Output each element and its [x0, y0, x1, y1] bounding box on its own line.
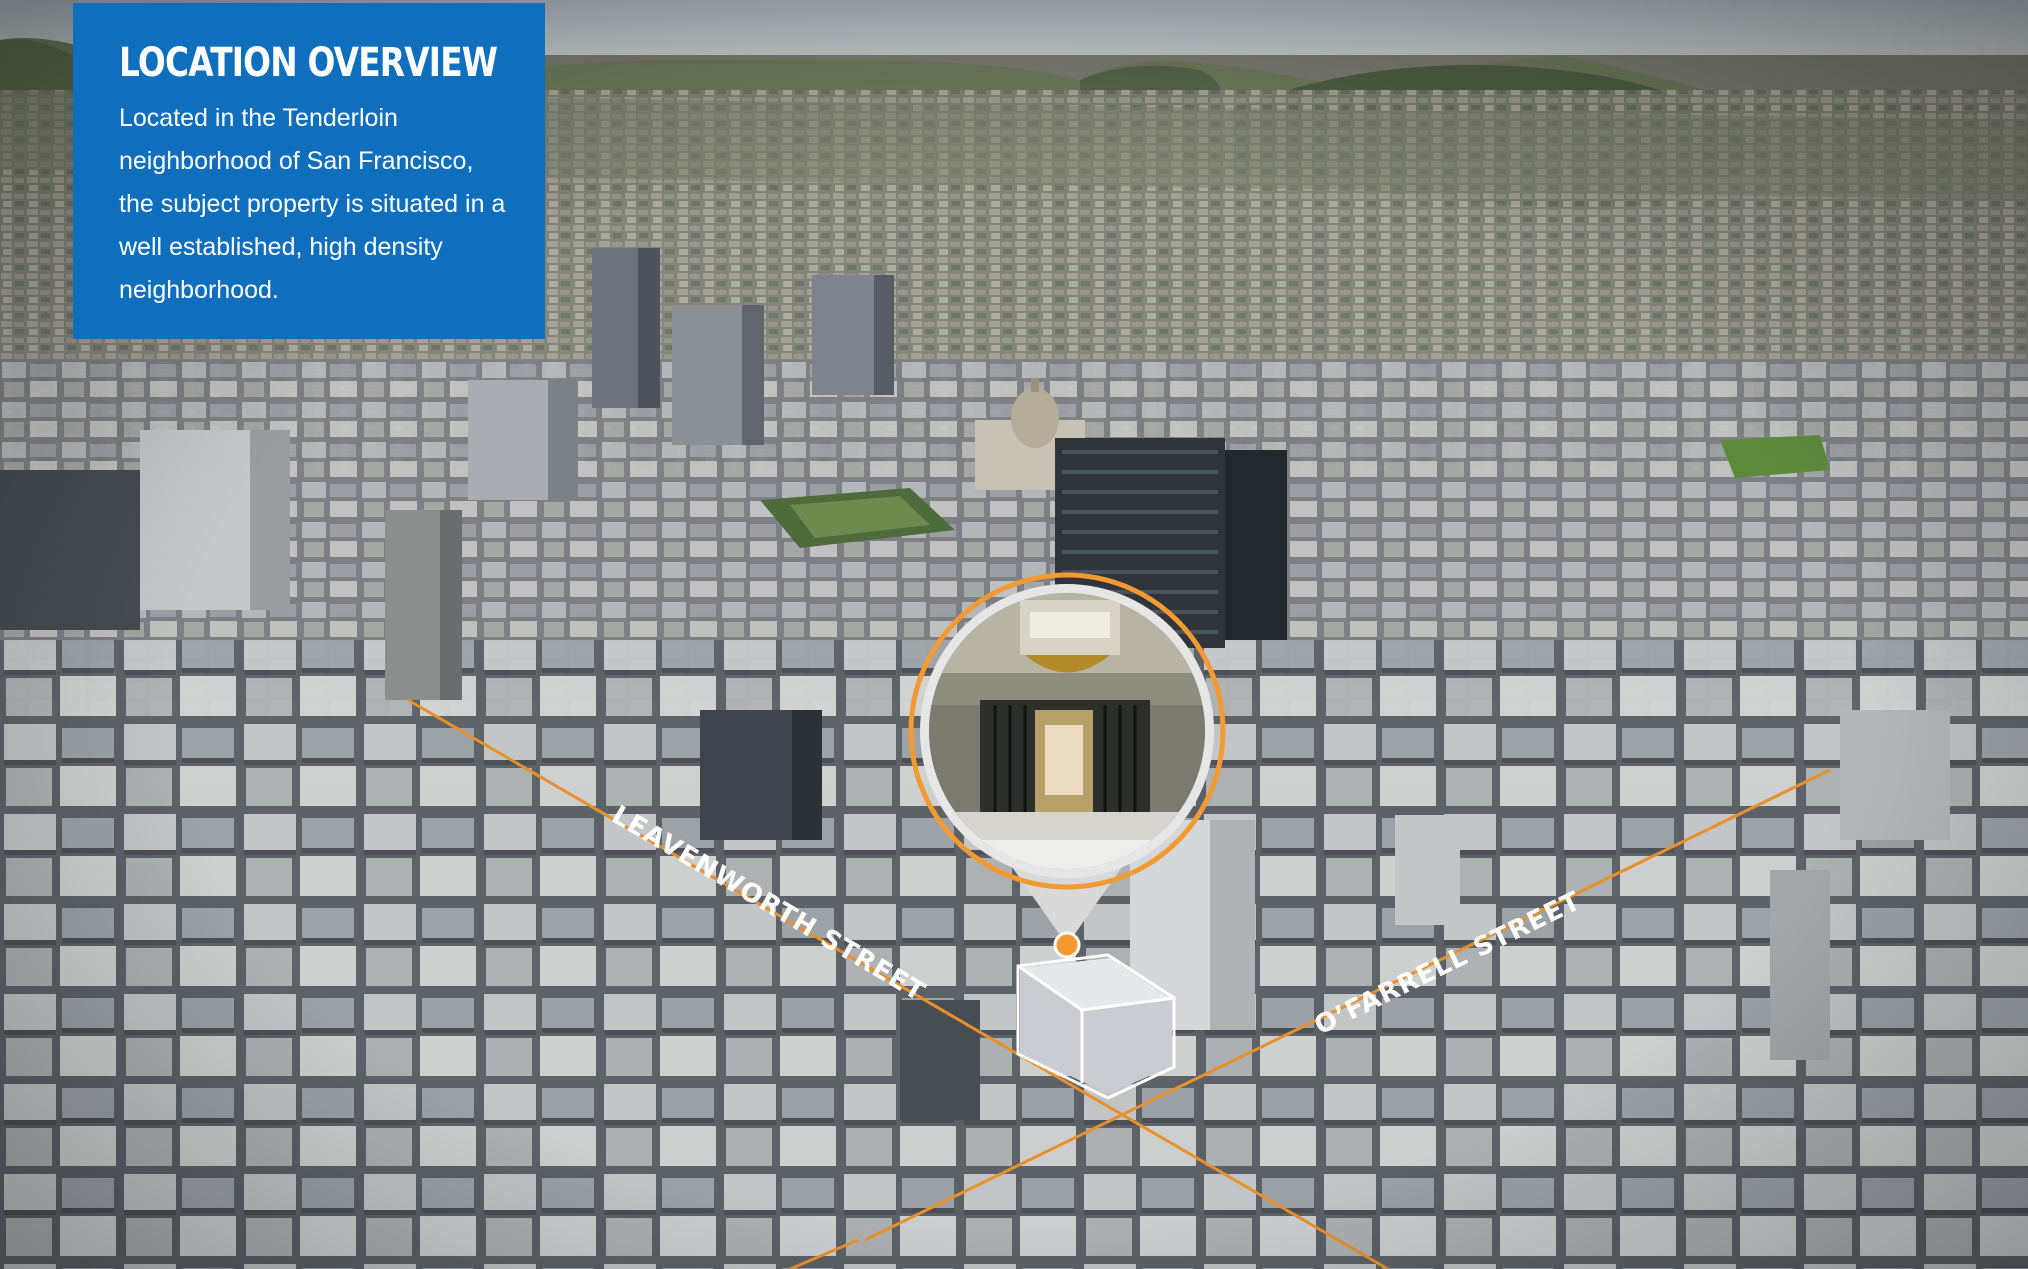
map-stage: LEAVENWORTH STREET O’FARRELL STREET LOCA… — [0, 0, 2028, 1269]
overview-title: LOCATION OVERVIEW — [119, 40, 498, 86]
location-overview-panel: LOCATION OVERVIEW Located in the Tenderl… — [73, 3, 545, 339]
overview-description: Located in the Tenderloin neighborhood o… — [119, 104, 506, 304]
